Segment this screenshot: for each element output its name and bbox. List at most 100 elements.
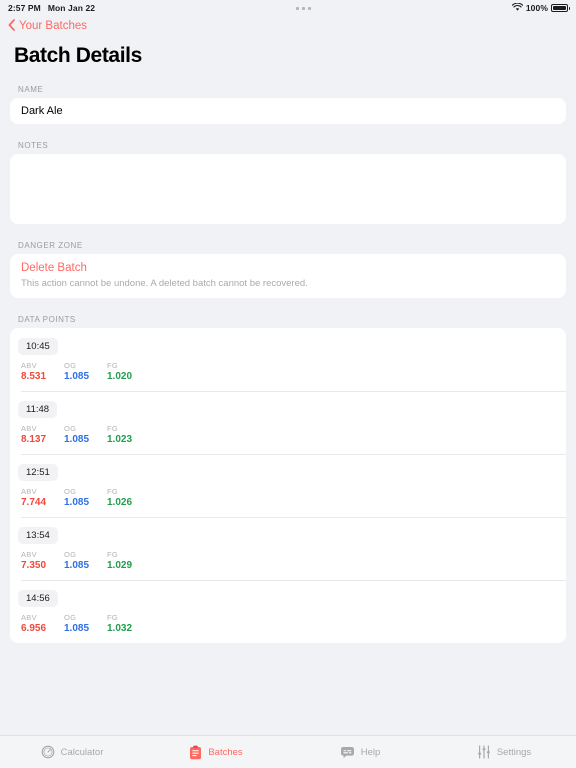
metric-abv: ABV 7.350	[21, 550, 64, 571]
metric-fg-value: 1.032	[107, 623, 133, 634]
metric-abv-value: 8.137	[21, 434, 47, 445]
metric-og-value: 1.085	[64, 497, 90, 508]
main-content: Batch Details NAME Dark Ale NOTES DANGER…	[0, 36, 576, 735]
metric-fg-label: FG	[107, 613, 119, 622]
name-input-value: Dark Ale	[21, 105, 63, 117]
metric-fg-value: 1.026	[107, 497, 133, 508]
metric-fg: FG 1.026	[107, 487, 150, 508]
metric-fg: FG 1.032	[107, 613, 150, 634]
back-button[interactable]: Your Batches	[8, 18, 87, 34]
metric-abv: ABV 7.744	[21, 487, 64, 508]
data-point-row[interactable]: 10:45 ABV 8.531 OG 1.085 FG 1.020	[10, 328, 566, 391]
delete-batch-description: This action cannot be undone. A deleted …	[21, 278, 308, 289]
metric-abv-label: ABV	[21, 550, 37, 559]
tab-batches-label: Batches	[208, 746, 243, 758]
notes-section-label: NOTES	[18, 141, 49, 150]
metric-abv: ABV 8.137	[21, 424, 64, 445]
metric-og: OG 1.085	[64, 550, 107, 571]
metric-og: OG 1.085	[64, 424, 107, 445]
data-point-row[interactable]: 11:48 ABV 8.137 OG 1.085 FG 1.023	[10, 391, 566, 454]
metric-og-value: 1.085	[64, 623, 90, 634]
metric-fg-value: 1.029	[107, 560, 133, 571]
metric-fg-label: FG	[107, 361, 119, 370]
multitasking-dots-icon	[295, 6, 311, 10]
metric-abv: ABV 8.531	[21, 361, 64, 382]
tab-help[interactable]: Help	[288, 745, 432, 759]
data-point-metrics: ABV 7.744 OG 1.085 FG 1.026	[21, 487, 566, 508]
metric-abv-label: ABV	[21, 487, 37, 496]
data-point-time: 12:51	[18, 464, 58, 481]
wifi-icon	[511, 2, 524, 14]
tab-calculator-label: Calculator	[60, 746, 104, 758]
data-point-metrics: ABV 8.531 OG 1.085 FG 1.020	[21, 361, 566, 382]
metric-og-value: 1.085	[64, 371, 90, 382]
navigation-bar: Your Batches	[0, 16, 576, 36]
metric-og-label: OG	[64, 424, 77, 433]
data-point-row[interactable]: 14:56 ABV 6.956 OG 1.085 FG 1.032	[10, 580, 566, 643]
metric-fg: FG 1.023	[107, 424, 150, 445]
metric-abv-label: ABV	[21, 613, 37, 622]
status-time: 2:57 PM	[8, 3, 41, 13]
tab-settings[interactable]: Settings	[432, 745, 576, 759]
metric-og-label: OG	[64, 613, 77, 622]
metric-abv-label: ABV	[21, 361, 37, 370]
status-bar: 2:57 PM Mon Jan 22 100%	[0, 0, 576, 16]
metric-fg: FG 1.029	[107, 550, 150, 571]
delete-batch-button[interactable]: Delete Batch	[21, 262, 555, 274]
metric-abv: ABV 6.956	[21, 613, 64, 634]
metric-og: OG 1.085	[64, 613, 107, 634]
back-button-label: Your Batches	[19, 20, 87, 32]
metric-og: OG 1.085	[64, 361, 107, 382]
gauge-icon	[41, 745, 55, 759]
tab-batches[interactable]: Batches	[144, 745, 288, 760]
metric-og-value: 1.085	[64, 560, 90, 571]
name-input[interactable]: Dark Ale	[10, 98, 566, 124]
data-point-time: 11:48	[18, 401, 58, 418]
metric-fg-label: FG	[107, 424, 119, 433]
tab-settings-label: Settings	[496, 746, 532, 758]
metric-fg-value: 1.023	[107, 434, 133, 445]
metric-fg-value: 1.020	[107, 371, 133, 382]
metric-og: OG 1.085	[64, 487, 107, 508]
tab-calculator[interactable]: Calculator	[0, 745, 144, 759]
metric-og-label: OG	[64, 487, 77, 496]
status-date: Mon Jan 22	[47, 3, 96, 13]
data-point-metrics: ABV 8.137 OG 1.085 FG 1.023	[21, 424, 566, 445]
metric-og-label: OG	[64, 550, 77, 559]
metric-fg-label: FG	[107, 487, 119, 496]
data-point-metrics: ABV 7.350 OG 1.085 FG 1.029	[21, 550, 566, 571]
chat-bubble-icon	[340, 745, 355, 759]
notes-input[interactable]	[10, 154, 566, 224]
metric-abv-value: 7.350	[21, 560, 47, 571]
data-point-time: 10:45	[18, 338, 58, 355]
name-section-label: NAME	[18, 85, 44, 94]
data-point-row[interactable]: 13:54 ABV 7.350 OG 1.085 FG 1.029	[10, 517, 566, 580]
metric-abv-value: 7.744	[21, 497, 47, 508]
data-point-metrics: ABV 6.956 OG 1.085 FG 1.032	[21, 613, 566, 634]
sliders-icon	[477, 745, 491, 759]
status-bar-left: 2:57 PM Mon Jan 22	[8, 3, 95, 13]
status-bar-right: 100%	[511, 2, 570, 14]
metric-abv-label: ABV	[21, 424, 37, 433]
data-points-list: 10:45 ABV 8.531 OG 1.085 FG 1.020 11:48 …	[10, 328, 566, 643]
tab-bar: Calculator Batches Help Settings	[0, 735, 576, 768]
metric-abv-value: 6.956	[21, 623, 47, 634]
metric-fg-label: FG	[107, 550, 119, 559]
status-bar-center	[95, 6, 512, 10]
app-screen: 2:57 PM Mon Jan 22 100% Your Batches Bat…	[0, 0, 576, 768]
clipboard-icon	[189, 745, 202, 760]
data-point-row[interactable]: 12:51 ABV 7.744 OG 1.085 FG 1.026	[10, 454, 566, 517]
page-title: Batch Details	[14, 44, 142, 67]
chevron-left-icon	[8, 18, 15, 34]
tab-help-label: Help	[360, 746, 381, 758]
data-points-label: DATA POINTS	[18, 315, 76, 324]
danger-zone-label: DANGER ZONE	[18, 241, 83, 250]
battery-icon	[551, 4, 570, 12]
data-point-time: 14:56	[18, 590, 58, 607]
battery-percent-label: 100%	[525, 3, 548, 13]
data-point-time: 13:54	[18, 527, 58, 544]
metric-fg: FG 1.020	[107, 361, 150, 382]
metric-og-label: OG	[64, 361, 77, 370]
metric-abv-value: 8.531	[21, 371, 47, 382]
danger-zone-card: Delete Batch This action cannot be undon…	[10, 254, 566, 298]
